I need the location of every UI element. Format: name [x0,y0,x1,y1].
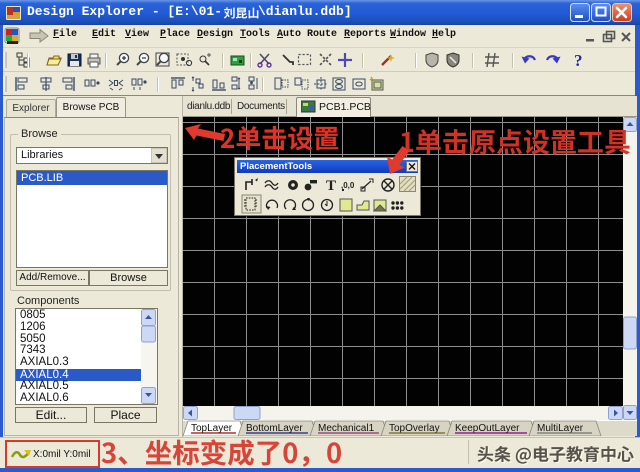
svg-text:Mechanical1: Mechanical1 [318,423,375,434]
svg-text:,0,0: ,0,0 [341,181,355,190]
svg-text:T: T [326,178,336,194]
svg-text:TopOverlay: TopOverlay [389,423,440,434]
svg-text:MultiLayer: MultiLayer [537,423,584,434]
svg-text:TopLayer: TopLayer [191,423,233,434]
svg-text:BottomLayer: BottomLayer [246,423,303,434]
svg-text:KeepOutLayer: KeepOutLayer [455,423,520,434]
svg-text:?: ? [574,51,583,70]
